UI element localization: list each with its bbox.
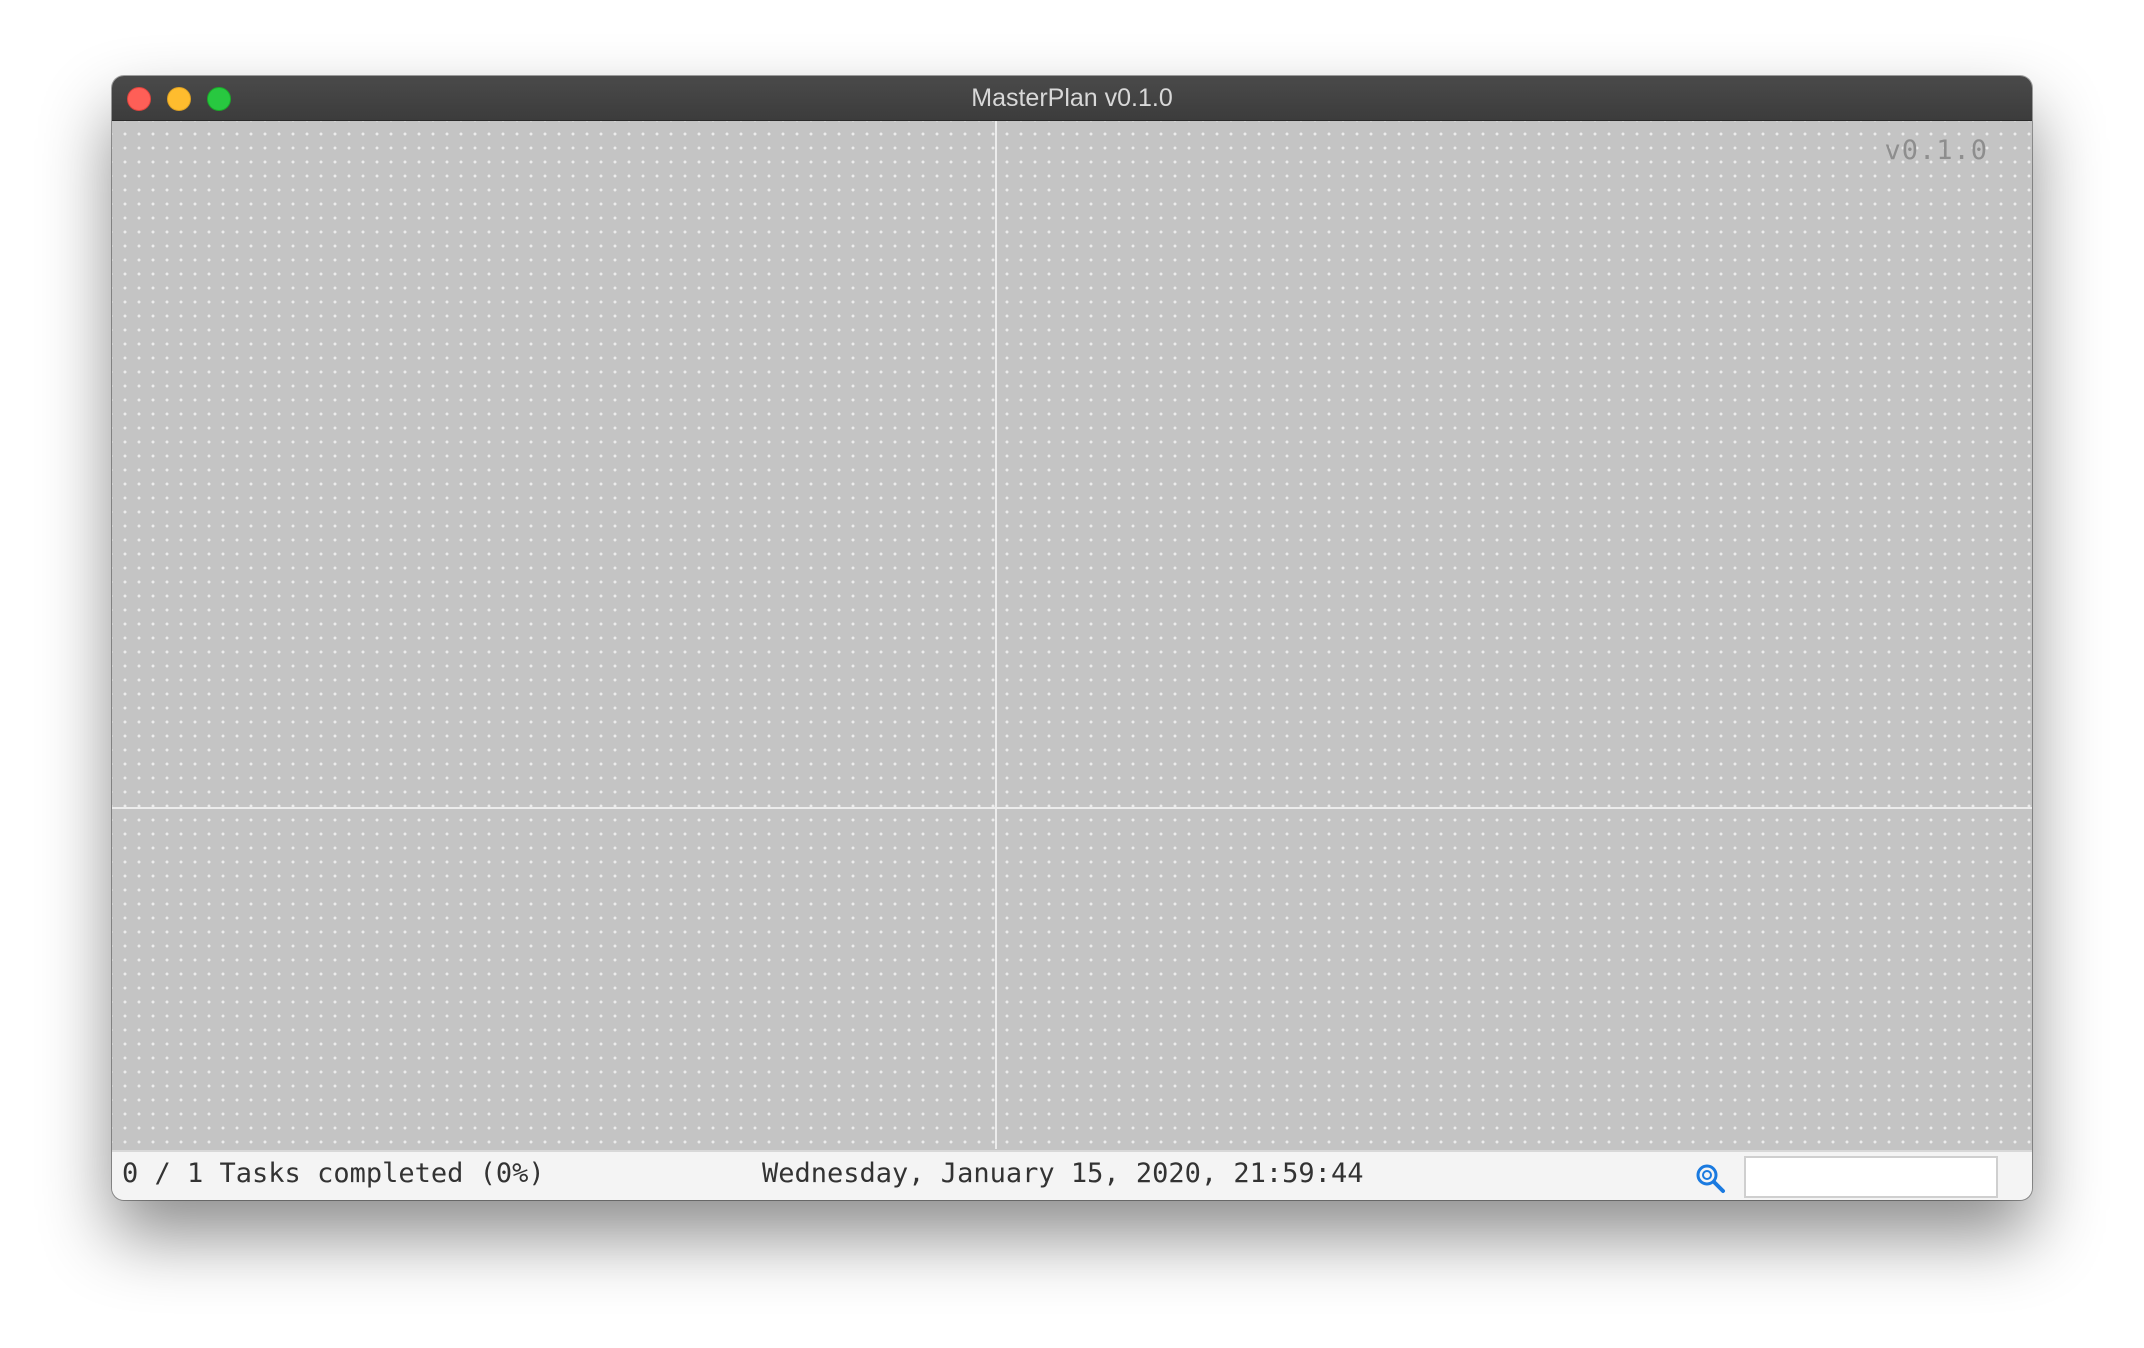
search-input[interactable] xyxy=(1744,1156,1998,1198)
task-summary: 0 / 1 Tasks completed (0%) xyxy=(122,1158,545,1189)
canvas-horizontal-axis xyxy=(112,807,2032,809)
status-bar: 0 / 1 Tasks completed (0%) Wednesday, Ja… xyxy=(112,1150,2032,1200)
search-icon[interactable] xyxy=(1694,1162,1726,1194)
current-datetime: Wednesday, January 15, 2020, 21:59:44 xyxy=(762,1158,1364,1189)
version-label: v0.1.0 xyxy=(1884,135,1988,166)
canvas-vertical-axis xyxy=(995,121,997,1149)
app-window: MasterPlan v0.1.0 v0.1.0 0 / 1 Tasks com… xyxy=(112,76,2032,1200)
window-title: MasterPlan v0.1.0 xyxy=(971,84,1173,112)
plan-canvas[interactable]: v0.1.0 xyxy=(112,121,2032,1149)
title-bar[interactable]: MasterPlan v0.1.0 xyxy=(112,76,2032,121)
